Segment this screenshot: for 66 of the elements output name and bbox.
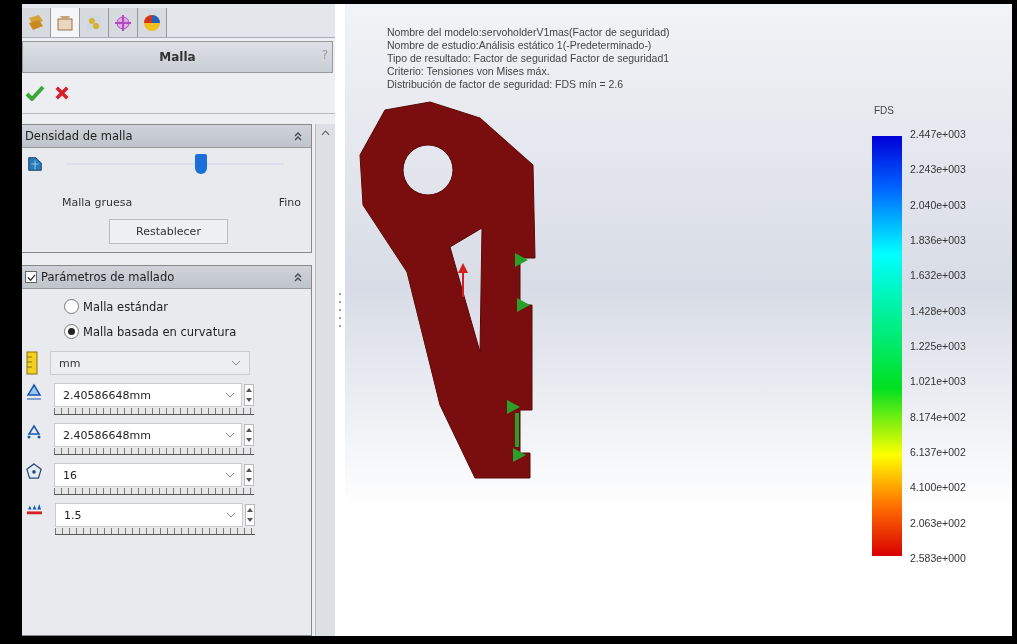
result-info-line: Criterio: Tensiones von Mises máx. xyxy=(387,65,551,78)
chevron-down-icon xyxy=(225,392,235,398)
legend-value: 2.447e+003 xyxy=(910,128,966,140)
slider-thumb[interactable] xyxy=(195,154,208,174)
slider-min-label: Malla gruesa xyxy=(62,196,133,209)
panel-tab[interactable] xyxy=(51,8,80,37)
legend-value: 2.063e+002 xyxy=(910,516,966,529)
legend-value: 1.632e+003 xyxy=(910,269,966,282)
chevron-down-icon xyxy=(225,472,235,478)
legend-value: 1.428e+003 xyxy=(910,304,966,317)
scroll-up-icon[interactable] xyxy=(321,130,330,136)
legend-value: 2.040e+003 xyxy=(910,198,966,211)
reset-button[interactable]: Restablecer xyxy=(109,219,228,244)
value-ruler[interactable] xyxy=(54,488,254,495)
chevron-down-icon xyxy=(231,360,241,366)
collapse-icon[interactable] xyxy=(293,131,303,141)
legend-value: 6.137e+002 xyxy=(910,445,966,458)
panel-tab[interactable] xyxy=(109,8,138,37)
value-input[interactable]: 2.40586648mm xyxy=(54,423,242,447)
pentagon-icon xyxy=(26,463,42,479)
result-info-line: Tipo de resultado: Factor de seguridad Factor de seguridad1 xyxy=(387,52,671,65)
triangle-size-icon xyxy=(26,383,42,401)
radio-label[interactable]: Malla estándar xyxy=(83,299,169,314)
ok-check-icon[interactable] xyxy=(25,85,45,101)
value-input[interactable]: 16 xyxy=(54,463,242,487)
panel-title: Malla xyxy=(159,50,196,64)
value-ruler[interactable] xyxy=(54,408,254,415)
collapse-icon[interactable] xyxy=(293,272,303,282)
cancel-icon[interactable] xyxy=(55,86,69,100)
chevron-down-icon xyxy=(226,512,236,518)
result-info-line: Nombre del modelo:servoholderV1mas(Factor de seguridad) xyxy=(387,26,671,39)
radio-label[interactable]: Malla basada en curvatura xyxy=(83,324,237,339)
spinner-icon[interactable] xyxy=(244,464,254,486)
value-input[interactable]: 2.40586648mm xyxy=(54,383,242,407)
spinner-icon[interactable] xyxy=(245,504,255,526)
chevron-down-icon xyxy=(225,432,235,438)
spinner-icon[interactable] xyxy=(244,424,254,446)
legend-value: 1.021e+003 xyxy=(910,375,966,388)
group-checkbox[interactable] xyxy=(25,271,37,283)
group-header[interactable]: Densidad de malla xyxy=(22,125,311,148)
radio-button[interactable] xyxy=(64,299,79,314)
mesh-density-icon xyxy=(26,155,44,173)
value-ruler[interactable] xyxy=(55,528,255,535)
result-info-line: Nombre de estudio:Análisis estático 1(-Predeterminado-) xyxy=(387,39,653,52)
ruler-icon xyxy=(26,351,38,375)
panel-tab[interactable] xyxy=(138,8,167,37)
value-ruler[interactable] xyxy=(54,448,254,455)
unit-dropdown[interactable]: mm xyxy=(50,351,250,375)
legend-value: 1.225e+003 xyxy=(910,339,966,352)
triangle-nodes-icon xyxy=(26,423,42,441)
legend-value: 4.100e+002 xyxy=(910,481,966,494)
legend-value: 1.836e+003 xyxy=(910,234,966,246)
legend-value: 2.243e+003 xyxy=(910,163,966,176)
group-title: Parámetros de mallado xyxy=(41,270,176,284)
value-input[interactable]: 1.5 xyxy=(55,503,243,527)
legend-value: 8.174e+002 xyxy=(910,410,966,423)
legend-value: 2.583e+000 xyxy=(910,551,966,564)
group-title: Densidad de malla xyxy=(25,129,134,143)
crosshair-icon xyxy=(113,12,133,33)
slider-max-label: Fino xyxy=(278,196,301,209)
radio-button[interactable] xyxy=(64,324,79,339)
result-info-line: Distribución de factor de seguridad: FDS mín = 2.6 xyxy=(387,78,625,91)
scrollbar[interactable] xyxy=(315,124,335,636)
legend-title: FDS xyxy=(874,105,895,116)
group-header[interactable]: Parámetros de mallado xyxy=(22,266,311,289)
spinner-icon[interactable] xyxy=(244,384,254,406)
